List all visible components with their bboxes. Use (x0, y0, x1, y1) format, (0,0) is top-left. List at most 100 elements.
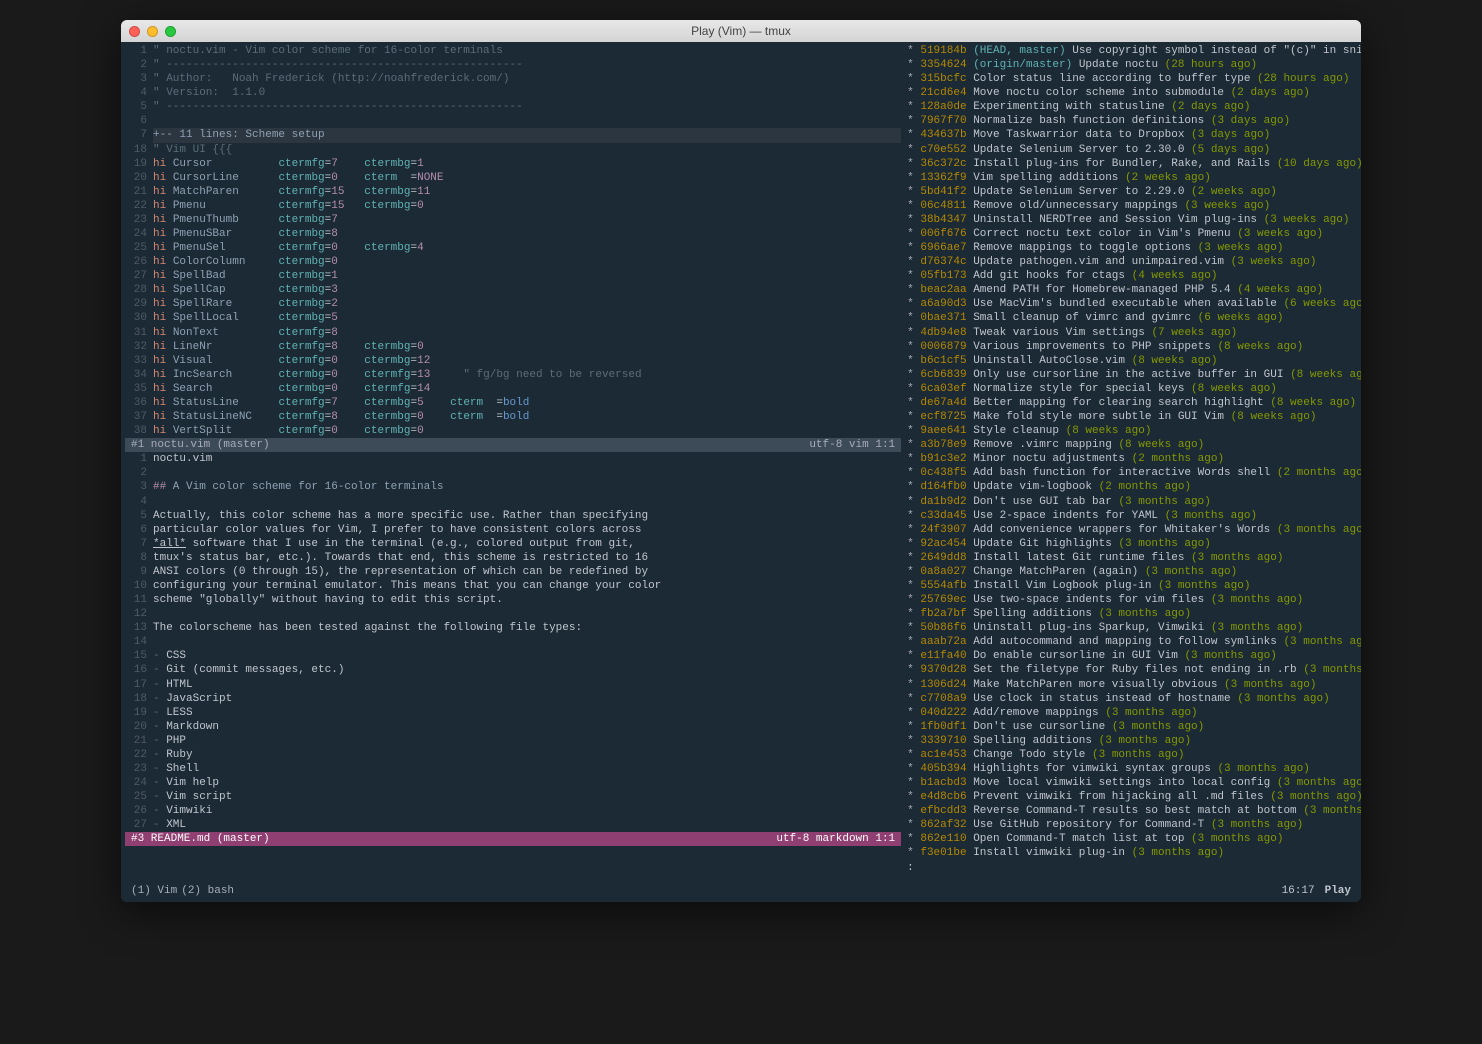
git-log-entry[interactable]: * d76374c Update pathogen.vim and unimpa… (907, 255, 1361, 269)
git-log-entry[interactable]: * e11fa40 Do enable cursorline in GUI Vi… (907, 649, 1361, 663)
readme-line: 26- Vimwiki (125, 804, 901, 818)
git-log-entry[interactable]: * aaab72a Add autocommand and mapping to… (907, 635, 1361, 649)
git-log-entry[interactable]: * b91c3e2 Minor noctu adjustments (2 mon… (907, 452, 1361, 466)
git-log-entry[interactable]: * 040d222 Add/remove mappings (3 months … (907, 706, 1361, 720)
git-log-entry[interactable]: * 862af32 Use GitHub repository for Comm… (907, 818, 1361, 832)
git-log-entry[interactable]: * 5bd41f2 Update Selenium Server to 2.29… (907, 185, 1361, 199)
git-log-entry[interactable]: * a3b78e9 Remove .vimrc mapping (8 weeks… (907, 438, 1361, 452)
code-line: 5" -------------------------------------… (125, 100, 901, 114)
git-log-entry[interactable]: * ac1e453 Change Todo style (3 months ag… (907, 748, 1361, 762)
git-log-entry[interactable]: * b6c1cf5 Uninstall AutoClose.vim (8 wee… (907, 354, 1361, 368)
git-log-entry[interactable]: * 3354624 (origin/master) Update noctu (… (907, 58, 1361, 72)
git-log-entry[interactable]: * a6a90d3 Use MacVim's bundled executabl… (907, 297, 1361, 311)
git-log-entry[interactable]: * 006f676 Correct noctu text color in Vi… (907, 227, 1361, 241)
readme-line: 24- Vim help (125, 776, 901, 790)
code-line: 24hi PmenuSBar ctermbg=8 (125, 227, 901, 241)
git-log-entry[interactable]: * 519184b (HEAD, master) Use copyright s… (907, 44, 1361, 58)
statusline-inactive: #1 noctu.vim (master) utf-8 vim 1:1 (125, 438, 901, 452)
git-log-pane[interactable]: * 519184b (HEAD, master) Use copyright s… (901, 44, 1361, 875)
git-log-entry[interactable]: * 0c438f5 Add bash function for interact… (907, 466, 1361, 480)
git-log-entry[interactable]: * 1fb0df1 Don't use cursorline (3 months… (907, 720, 1361, 734)
code-line: 30hi SpellLocal ctermbg=5 (125, 311, 901, 325)
code-line: 3" Author: Noah Frederick (http://noahfr… (125, 72, 901, 86)
terminal-window: Play (Vim) — tmux 1" noctu.vim - Vim col… (121, 20, 1361, 902)
readme-line: 9ANSI colors (0 through 15), the represe… (125, 565, 901, 579)
git-log-entry[interactable]: * 25769ec Use two-space indents for vim … (907, 593, 1361, 607)
code-line: 34hi IncSearch ctermbg=0 ctermfg=13 " fg… (125, 368, 901, 382)
git-log-entry[interactable]: * c7708a9 Use clock in status instead of… (907, 692, 1361, 706)
readme-line: 2 (125, 466, 901, 480)
code-line: 36hi StatusLine ctermfg=7 ctermbg=5 cter… (125, 396, 901, 410)
git-log-entry[interactable]: * 38b4347 Uninstall NERDTree and Session… (907, 213, 1361, 227)
git-log-entry[interactable]: * da1b9d2 Don't use GUI tab bar (3 month… (907, 495, 1361, 509)
readme-line: 21- PHP (125, 734, 901, 748)
code-line: 37hi StatusLineNC ctermfg=8 ctermbg=0 ct… (125, 410, 901, 424)
git-log-entry[interactable]: * c33da45 Use 2-space indents for YAML (… (907, 509, 1361, 523)
git-log-entry[interactable]: * 405b394 Highlights for vimwiki syntax … (907, 762, 1361, 776)
code-line: 7+-- 11 lines: Scheme setup (125, 128, 901, 142)
macos-titlebar: Play (Vim) — tmux (121, 20, 1361, 42)
git-log-entry[interactable]: * 50b86f6 Uninstall plug-ins Sparkup, Vi… (907, 621, 1361, 635)
git-log-entry[interactable]: * 06c4811 Remove old/unnecessary mapping… (907, 199, 1361, 213)
zoom-icon[interactable] (165, 26, 176, 37)
git-log-entry[interactable]: * 128a0de Experimenting with statusline … (907, 100, 1361, 114)
code-line: 35hi Search ctermbg=0 ctermfg=14 (125, 382, 901, 396)
tmux-tab-2[interactable]: (2) bash (181, 884, 234, 898)
vim-pane-top[interactable]: 1" noctu.vim - Vim color scheme for 16-c… (125, 44, 901, 438)
git-log-entry[interactable]: * 36c372c Install plug-ins for Bundler, … (907, 157, 1361, 171)
git-log-entry[interactable]: * 0bae371 Small cleanup of vimrc and gvi… (907, 311, 1361, 325)
git-log-entry[interactable]: * c70e552 Update Selenium Server to 2.30… (907, 143, 1361, 157)
git-log-entry[interactable]: * 6966ae7 Remove mappings to toggle opti… (907, 241, 1361, 255)
git-log-entry[interactable]: * 4db94e8 Tweak various Vim settings (7 … (907, 326, 1361, 340)
code-line: 18" Vim UI {{{ (125, 143, 901, 157)
readme-line: 4 (125, 495, 901, 509)
code-line: 25hi PmenuSel ctermfg=0 ctermbg=4 (125, 241, 901, 255)
readme-line: 23- Shell (125, 762, 901, 776)
tmux-tab-1[interactable]: (1) Vim (131, 884, 177, 898)
git-log-entry[interactable]: * 9370d28 Set the filetype for Ruby file… (907, 663, 1361, 677)
git-log-entry[interactable]: * 92ac454 Update Git highlights (3 month… (907, 537, 1361, 551)
git-prompt[interactable]: : (907, 861, 1361, 875)
git-log-entry[interactable]: * beac2aa Amend PATH for Homebrew-manage… (907, 283, 1361, 297)
git-log-entry[interactable]: * efbcdd3 Reverse Command-T results so b… (907, 804, 1361, 818)
code-line: 23hi PmenuThumb ctermbg=7 (125, 213, 901, 227)
git-log-entry[interactable]: * ecf8725 Make fold style more subtle in… (907, 410, 1361, 424)
git-log-entry[interactable]: * 6ca03ef Normalize style for special ke… (907, 382, 1361, 396)
git-log-entry[interactable]: * e4d8cb6 Prevent vimwiki from hijacking… (907, 790, 1361, 804)
git-log-entry[interactable]: * de67a4d Better mapping for clearing se… (907, 396, 1361, 410)
git-log-entry[interactable]: * 2649dd8 Install latest Git runtime fil… (907, 551, 1361, 565)
close-icon[interactable] (129, 26, 140, 37)
code-line: 1" noctu.vim - Vim color scheme for 16-c… (125, 44, 901, 58)
git-log-entry[interactable]: * 0a8a027 Change MatchParen (again) (3 m… (907, 565, 1361, 579)
code-line: 31hi NonText ctermfg=8 (125, 326, 901, 340)
readme-line: 14 (125, 635, 901, 649)
readme-line: 8tmux's status bar, etc.). Towards that … (125, 551, 901, 565)
window-title: Play (Vim) — tmux (121, 24, 1361, 38)
git-log-entry[interactable]: * f3e01be Install vimwiki plug-in (3 mon… (907, 846, 1361, 860)
code-line: 20hi CursorLine ctermbg=0 cterm =NONE (125, 171, 901, 185)
git-log-entry[interactable]: * b1acbd3 Move local vimwiki settings in… (907, 776, 1361, 790)
git-log-entry[interactable]: * 21cd6e4 Move noctu color scheme into s… (907, 86, 1361, 100)
git-log-entry[interactable]: * 434637b Move Taskwarrior data to Dropb… (907, 128, 1361, 142)
git-log-entry[interactable]: * 315bcfc Color status line according to… (907, 72, 1361, 86)
git-log-entry[interactable]: * 05fb173 Add git hooks for ctags (4 wee… (907, 269, 1361, 283)
readme-line: 18- JavaScript (125, 692, 901, 706)
git-log-entry[interactable]: * fb2a7bf Spelling additions (3 months a… (907, 607, 1361, 621)
git-log-entry[interactable]: * 7967f70 Normalize bash function defini… (907, 114, 1361, 128)
git-log-entry[interactable]: * d164fb0 Update vim-logbook (2 months a… (907, 480, 1361, 494)
git-log-entry[interactable]: * 6cb6839 Only use cursorline in the act… (907, 368, 1361, 382)
readme-line: 10configuring your terminal emulator. Th… (125, 579, 901, 593)
code-line: 2" -------------------------------------… (125, 58, 901, 72)
git-log-entry[interactable]: * 3339710 Spelling additions (3 months a… (907, 734, 1361, 748)
git-log-entry[interactable]: * 5554afb Install Vim Logbook plug-in (3… (907, 579, 1361, 593)
minimize-icon[interactable] (147, 26, 158, 37)
git-log-entry[interactable]: * 9aee641 Style cleanup (8 weeks ago) (907, 424, 1361, 438)
git-log-entry[interactable]: * 1306d24 Make MatchParen more visually … (907, 678, 1361, 692)
git-log-entry[interactable]: * 0006879 Various improvements to PHP sn… (907, 340, 1361, 354)
git-log-entry[interactable]: * 862e110 Open Command-T match list at t… (907, 832, 1361, 846)
vim-pane-bottom[interactable]: 1noctu.vim23## A Vim color scheme for 16… (125, 452, 901, 832)
git-log-entry[interactable]: * 13362f9 Vim spelling additions (2 week… (907, 171, 1361, 185)
readme-line: 6particular color values for Vim, I pref… (125, 523, 901, 537)
git-log-entry[interactable]: * 24f3907 Add convenience wrappers for W… (907, 523, 1361, 537)
terminal-body[interactable]: 1" noctu.vim - Vim color scheme for 16-c… (121, 42, 1361, 902)
